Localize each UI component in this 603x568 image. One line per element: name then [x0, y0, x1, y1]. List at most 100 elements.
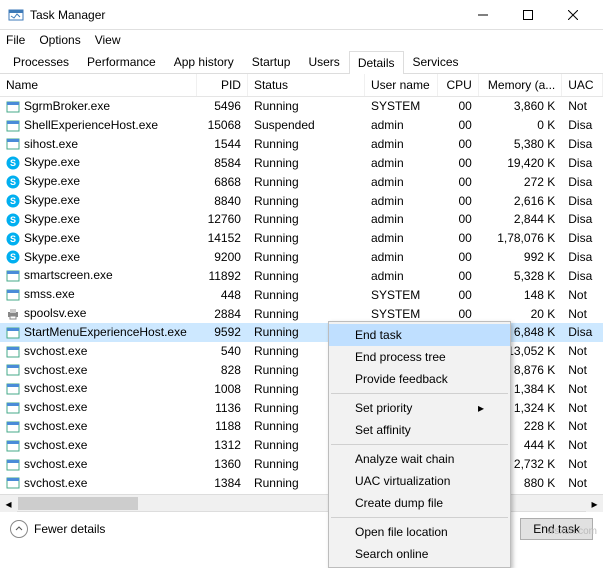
- context-item-end-process-tree[interactable]: End process tree: [329, 346, 510, 368]
- col-pid[interactable]: PID: [197, 74, 248, 97]
- context-item-label: End task: [355, 328, 402, 342]
- context-item-open-file-location[interactable]: Open file location: [329, 521, 510, 543]
- cell-pid: 1188: [197, 417, 248, 436]
- cell-mem: 992 K: [478, 248, 561, 267]
- cell-mem: 148 K: [478, 285, 561, 304]
- table-row[interactable]: SSkype.exe6868Runningadmin00272 KDisa: [0, 172, 603, 191]
- context-item-uac-virtualization[interactable]: UAC virtualization: [329, 470, 510, 492]
- context-item-create-dump-file[interactable]: Create dump file: [329, 492, 510, 514]
- cell-pid: 2884: [197, 304, 248, 323]
- context-item-search-online[interactable]: Search online: [329, 543, 510, 565]
- col-status[interactable]: Status: [247, 74, 364, 97]
- col-mem[interactable]: Memory (a...: [478, 74, 561, 97]
- cell-mem: 1,78,076 K: [478, 229, 561, 248]
- cell-uac: Disa: [562, 323, 603, 342]
- col-cpu[interactable]: CPU: [438, 74, 479, 97]
- tab-processes[interactable]: Processes: [4, 50, 78, 73]
- menu-view[interactable]: View: [95, 33, 121, 47]
- context-item-label: Open file location: [355, 525, 448, 539]
- table-row[interactable]: smartscreen.exe11892Runningadmin005,328 …: [0, 266, 603, 285]
- cell-cpu: 00: [438, 285, 479, 304]
- fewer-details-toggle[interactable]: Fewer details: [10, 520, 105, 538]
- table-row[interactable]: StartMenuExperienceHost.exe9592Running6,…: [0, 323, 603, 342]
- context-item-label: UAC virtualization: [355, 474, 450, 488]
- table-row[interactable]: SSkype.exe8584Runningadmin0019,420 KDisa: [0, 153, 603, 172]
- table-row[interactable]: SgrmBroker.exe5496RunningSYSTEM003,860 K…: [0, 97, 603, 116]
- details-table: Name PID Status User name CPU Memory (a.…: [0, 74, 603, 494]
- table-row[interactable]: SSkype.exe8840Runningadmin002,616 KDisa: [0, 191, 603, 210]
- menu-options[interactable]: Options: [39, 33, 80, 47]
- table-row[interactable]: svchost.exe540Running13,052 KNot: [0, 342, 603, 361]
- table-row[interactable]: svchost.exe1188Running228 KNot: [0, 417, 603, 436]
- cell-user: admin: [364, 135, 437, 154]
- process-icon: [6, 100, 20, 114]
- context-item-provide-feedback[interactable]: Provide feedback: [329, 368, 510, 390]
- table-row[interactable]: svchost.exe1384Running880 KNot: [0, 474, 603, 493]
- horizontal-scrollbar[interactable]: ◂ ▸: [0, 494, 603, 511]
- scroll-left-arrow[interactable]: ◂: [0, 495, 17, 512]
- table-row[interactable]: svchost.exe1008Running1,384 KNot: [0, 379, 603, 398]
- table-row[interactable]: svchost.exe1136Running1,324 KNot: [0, 398, 603, 417]
- cell-uac: Not: [562, 398, 603, 417]
- col-uac[interactable]: UAC: [562, 74, 603, 97]
- cell-pid: 5496: [197, 97, 248, 116]
- table-row[interactable]: sihost.exe1544Runningadmin005,380 KDisa: [0, 135, 603, 154]
- minimize-button[interactable]: [460, 0, 505, 30]
- table-row[interactable]: ShellExperienceHost.exe15068Suspendedadm…: [0, 116, 603, 135]
- cell-uac: Disa: [562, 248, 603, 267]
- menu-file[interactable]: File: [6, 33, 25, 47]
- tab-users[interactable]: Users: [299, 50, 348, 73]
- context-item-label: Set affinity: [355, 423, 411, 437]
- process-name: svchost.exe: [24, 344, 87, 358]
- context-item-set-priority[interactable]: Set priority▸: [329, 397, 510, 419]
- table-row[interactable]: smss.exe448RunningSYSTEM00148 KNot: [0, 285, 603, 304]
- cell-status: Running: [247, 285, 364, 304]
- watermark: wsxdn.com: [547, 526, 597, 537]
- process-icon: [6, 326, 20, 340]
- tab-details[interactable]: Details: [349, 51, 404, 74]
- col-name[interactable]: Name: [0, 74, 197, 97]
- cell-user: admin: [364, 153, 437, 172]
- context-item-analyze-wait-chain[interactable]: Analyze wait chain: [329, 448, 510, 470]
- context-item-end-task[interactable]: End task: [329, 324, 510, 346]
- fewer-details-label: Fewer details: [34, 522, 105, 536]
- tab-startup[interactable]: Startup: [243, 50, 300, 73]
- process-icon: S: [6, 175, 20, 189]
- close-button[interactable]: [550, 0, 595, 30]
- table-row[interactable]: svchost.exe1312Running444 KNot: [0, 436, 603, 455]
- table-row[interactable]: SSkype.exe14152Runningadmin001,78,076 KD…: [0, 229, 603, 248]
- process-icon: S: [6, 232, 20, 246]
- cell-user: admin: [364, 172, 437, 191]
- cell-uac: Not: [562, 361, 603, 380]
- table-row[interactable]: SSkype.exe12760Runningadmin002,844 KDisa: [0, 210, 603, 229]
- tab-services[interactable]: Services: [404, 50, 468, 73]
- table-row[interactable]: svchost.exe828Running8,876 KNot: [0, 361, 603, 380]
- table-row[interactable]: svchost.exe1360Running2,732 KNot: [0, 455, 603, 474]
- cell-uac: Disa: [562, 116, 603, 135]
- process-icon: S: [6, 194, 20, 208]
- table-row[interactable]: SSkype.exe9200Runningadmin00992 KDisa: [0, 248, 603, 267]
- cell-pid: 11892: [197, 266, 248, 285]
- cell-uac: Disa: [562, 135, 603, 154]
- submenu-arrow-icon: ▸: [478, 401, 484, 415]
- context-item-label: Search online: [355, 547, 428, 561]
- cell-cpu: 00: [438, 191, 479, 210]
- process-name: smartscreen.exe: [24, 268, 113, 282]
- process-icon: [6, 382, 20, 396]
- process-icon: [6, 439, 20, 453]
- cell-pid: 14152: [197, 229, 248, 248]
- table-row[interactable]: spoolsv.exe2884RunningSYSTEM0020 KNot: [0, 304, 603, 323]
- process-name: Skype.exe: [24, 212, 80, 226]
- col-user[interactable]: User name: [364, 74, 437, 97]
- process-name: svchost.exe: [24, 400, 87, 414]
- process-icon: [6, 363, 20, 377]
- scroll-thumb[interactable]: [18, 497, 138, 510]
- context-item-set-affinity[interactable]: Set affinity: [329, 419, 510, 441]
- cell-cpu: 00: [438, 266, 479, 285]
- scroll-right-arrow[interactable]: ▸: [586, 495, 603, 512]
- cell-status: Running: [247, 172, 364, 191]
- tab-performance[interactable]: Performance: [78, 50, 165, 73]
- tab-app-history[interactable]: App history: [165, 50, 243, 73]
- maximize-button[interactable]: [505, 0, 550, 30]
- process-icon: [6, 458, 20, 472]
